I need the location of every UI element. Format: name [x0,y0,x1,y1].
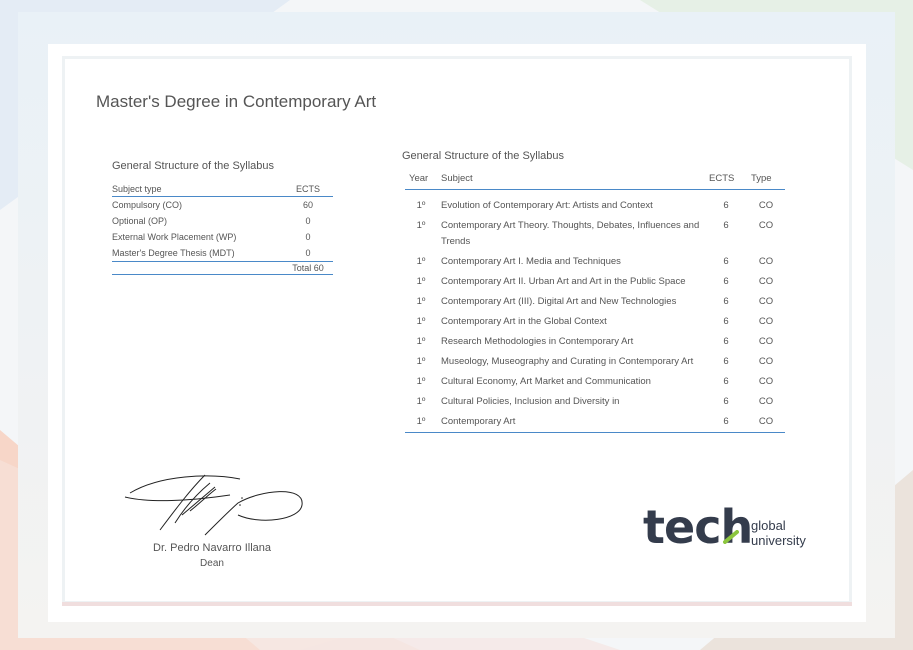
table-row: 1º Contemporary Art Theory. Thoughts, Deb… [405,216,785,252]
subject-cell: Contemporary Art [441,416,516,427]
syllabus-table: Year Subject ECTS Type 1º Evolution of Co… [405,170,785,433]
subject-cell: Cultural Economy, Art Market and Communi… [441,376,651,387]
year-cell: 1º [416,396,426,407]
ects-cell: 6 [723,336,729,347]
year-cell: 1º [416,296,426,307]
type-cell: CO [758,276,774,287]
bottom-band [62,602,852,606]
type-cell: CO [758,256,774,267]
subject-type-label: Optional (OP) [112,216,168,226]
year-cell: 1º [416,256,426,267]
col-ects: ECTS [283,182,333,197]
year-cell: 1º [416,220,426,231]
year-cell: 1º [416,200,426,211]
ects-cell: 6 [723,356,729,367]
summary-table: Subject type ECTS Compulsory (CO) 60 Opt… [112,182,333,275]
ects-value: 0 [305,248,311,258]
logo-wordmark: tech [643,500,753,554]
page-title: Master's Degree in Contemporary Art [96,92,377,111]
year-cell: 1º [416,376,426,387]
type-cell: CO [758,396,774,407]
signatory-role: Dean [200,558,224,569]
type-cell: CO [758,296,774,307]
signatory-name: Dr. Pedro Navarro Illana [153,542,271,554]
ects-value: 0 [305,216,311,226]
type-cell: CO [758,200,774,211]
table-row: 1º Cultural Policies, Inclusion and Diver… [405,392,785,412]
ects-cell: 6 [723,396,729,407]
ects-cell: 6 [723,376,729,387]
col-subject-type: Subject type [112,182,283,197]
table-row: Compulsory (CO) 60 [112,197,333,214]
logo-subtitle: global university [751,518,831,548]
type-cell: CO [758,336,774,347]
total-row: Total 60 [112,261,333,275]
type-cell: CO [758,416,774,427]
subject-cell: Research Methodologies in Contemporary A… [441,336,634,347]
ects-cell: 6 [723,296,729,307]
ects-value: 0 [305,232,311,242]
table-row: 1º Research Methodologies in Contemporary… [405,332,785,352]
year-cell: 1º [416,276,426,287]
subject-cell: Evolution of Contemporary Art: Artists a… [441,200,653,211]
table-row: 1º Contemporary Art II. Urban Art and Art… [405,272,785,292]
ects-cell: 6 [723,220,729,231]
subject-cell: Contemporary Art II. Urban Art and Art i… [441,276,686,287]
left-table-heading: General Structure of the Syllabus [112,160,275,172]
table-row: 1º Cultural Economy, Art Market and Commu… [405,372,785,392]
subject-cell: Contemporary Art in the Global Context [441,316,607,327]
table-row: 1º Contemporary Art (III). Digital Art an… [405,292,785,312]
ects-cell: 6 [723,416,729,427]
type-cell: CO [758,356,774,367]
table-row: Master's Degree Thesis (MDT) 0 [112,245,333,262]
table-row: 1º Contemporary Art 6 CO [405,412,785,433]
ects-value: 60 [302,200,313,210]
type-cell: CO [758,316,774,327]
year-cell: 1º [416,416,426,427]
subject-type-label: External Work Placement (WP) [112,232,237,242]
col-type: Type [747,170,785,190]
ects-cell: 6 [723,276,729,287]
subject-cell: Museology, Museography and Curating in C… [441,356,694,367]
logo-sub-line1: global [751,518,786,533]
subject-cell: Contemporary Art (III). Digital Art and … [441,296,677,307]
signature-image [124,474,303,536]
col-year: Year [405,170,437,190]
ects-cell: 6 [723,200,729,211]
total-value: Total 60 [283,261,333,275]
logo-sub-line2: university [751,533,806,548]
table-row: External Work Placement (WP) 0 [112,229,333,245]
table-row: 1º Contemporary Art I. Media and Techniqu… [405,252,785,272]
subject-type-label: Compulsory (CO) [112,200,183,210]
subject-cell: Cultural Policies, Inclusion and Diversi… [441,396,620,407]
year-cell: 1º [416,356,426,367]
subject-type-label: Master's Degree Thesis (MDT) [112,248,235,258]
type-cell: CO [758,220,774,231]
logo-accent-icon [723,530,739,544]
ects-cell: 6 [723,316,729,327]
table-bottom-rule [405,432,785,433]
year-cell: 1º [416,316,426,327]
table-row: Optional (OP) 0 [112,213,333,229]
table-row: 1º Contemporary Art in the Global Context… [405,312,785,332]
col-ects: ECTS [705,170,747,190]
table-row: 1º Evolution of Contemporary Art: Artists… [405,190,785,217]
col-subject: Subject [437,170,705,190]
ects-cell: 6 [723,256,729,267]
type-cell: CO [758,376,774,387]
year-cell: 1º [416,336,426,347]
right-table-heading: General Structure of the Syllabus [402,150,565,162]
table-row: 1º Museology, Museography and Curating in… [405,352,785,372]
subject-cell: Contemporary Art Theory. Thoughts, Debat… [441,220,700,247]
subject-cell: Contemporary Art I. Media and Techniques [441,256,621,267]
